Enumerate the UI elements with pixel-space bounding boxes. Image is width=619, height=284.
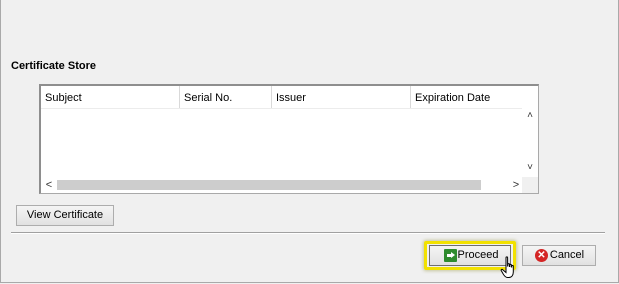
horizontal-scrollbar[interactable]: < > xyxy=(41,177,523,193)
scroll-thumb[interactable] xyxy=(57,180,481,190)
column-header-expiration[interactable]: Expiration Date xyxy=(411,86,523,108)
scroll-up-icon[interactable]: ˄ xyxy=(522,110,538,121)
section-title: Certificate Store xyxy=(11,60,96,72)
view-certificate-button[interactable]: View Certificate xyxy=(16,205,114,226)
cancel-button[interactable]: ✕ Cancel xyxy=(522,245,596,266)
scroll-left-icon[interactable]: < xyxy=(42,177,56,193)
proceed-label: Proceed xyxy=(457,249,499,261)
scrollbar-corner xyxy=(522,177,538,193)
scroll-down-icon[interactable]: ˅ xyxy=(522,162,538,173)
vertical-scrollbar[interactable]: ˄ ˅ xyxy=(522,86,538,178)
green-arrow-icon xyxy=(444,249,457,262)
column-header-serial[interactable]: Serial No. xyxy=(180,86,272,108)
table-header: Subject Serial No. Issuer Expiration Dat… xyxy=(41,86,523,109)
dialog-window: Certificate Store Subject Serial No. Iss… xyxy=(0,0,619,283)
column-header-subject[interactable]: Subject xyxy=(41,86,180,108)
red-x-icon: ✕ xyxy=(535,249,548,262)
hand-pointer-icon xyxy=(500,256,514,278)
cancel-label: Cancel xyxy=(549,249,585,261)
proceed-button[interactable]: Proceed xyxy=(429,245,511,266)
scroll-right-icon[interactable]: > xyxy=(509,177,523,193)
certificate-table[interactable]: Subject Serial No. Issuer Expiration Dat… xyxy=(39,84,539,194)
column-header-issuer[interactable]: Issuer xyxy=(272,86,411,108)
divider xyxy=(11,232,605,234)
